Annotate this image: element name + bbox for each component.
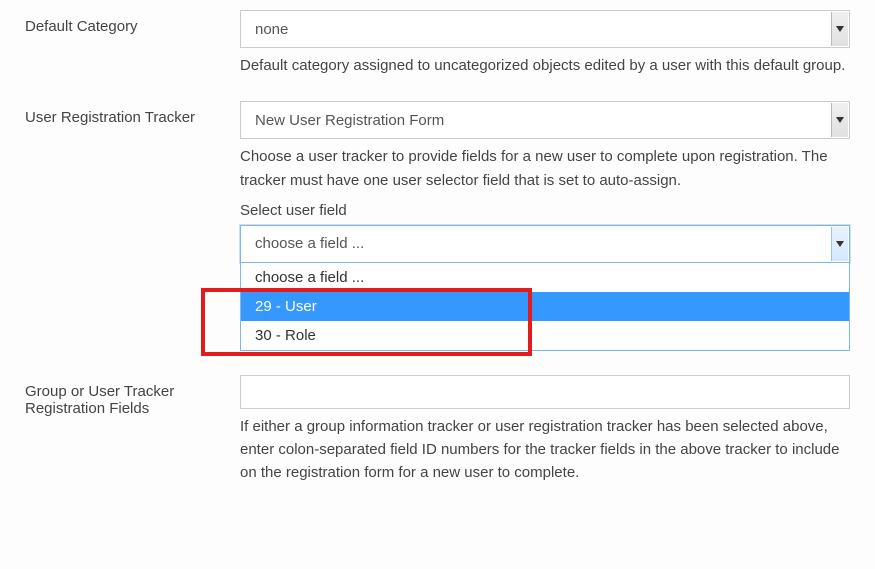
label-user-reg-tracker: User Registration Tracker bbox=[25, 101, 240, 126]
label-group-user-tracker-fields: Group or User Tracker Registration Field… bbox=[25, 375, 240, 417]
row-group-user-tracker-fields: Group or User Tracker Registration Field… bbox=[25, 375, 850, 485]
sublabel-select-user-field: Select user field bbox=[240, 202, 850, 219]
user-field-selected-text: choose a field ... bbox=[255, 235, 364, 252]
user-field-select[interactable]: choose a field ... bbox=[240, 225, 850, 263]
user-field-option-29-user[interactable]: 29 - User bbox=[241, 292, 849, 321]
help-default-category: Default category assigned to uncategoriz… bbox=[240, 54, 850, 77]
group-user-tracker-fields-input[interactable] bbox=[240, 375, 850, 409]
help-group-user-tracker-fields: If either a group information tracker or… bbox=[240, 415, 850, 485]
user-field-option-30-role[interactable]: 30 - Role bbox=[241, 321, 849, 350]
user-reg-tracker-selected-text: New User Registration Form bbox=[255, 112, 444, 129]
dropdown-arrow-icon bbox=[831, 12, 848, 46]
label-default-category: Default Category bbox=[25, 10, 240, 35]
control-group-user-tracker-fields: If either a group information tracker or… bbox=[240, 375, 850, 485]
default-category-select[interactable]: none bbox=[240, 10, 850, 48]
default-category-selected-text: none bbox=[255, 21, 288, 38]
control-default-category: none Default category assigned to uncate… bbox=[240, 10, 850, 77]
help-user-reg-tracker: Choose a user tracker to provide fields … bbox=[240, 145, 850, 192]
user-reg-tracker-select[interactable]: New User Registration Form bbox=[240, 101, 850, 139]
row-default-category: Default Category none Default category a… bbox=[25, 10, 850, 77]
dropdown-arrow-icon bbox=[831, 227, 848, 261]
row-user-reg-tracker: User Registration Tracker New User Regis… bbox=[25, 101, 850, 351]
user-field-dropdown-list: choose a field ... 29 - User 30 - Role bbox=[240, 263, 850, 351]
control-user-reg-tracker: New User Registration Form Choose a user… bbox=[240, 101, 850, 351]
user-field-option-placeholder[interactable]: choose a field ... bbox=[241, 263, 849, 292]
dropdown-arrow-icon bbox=[831, 103, 848, 137]
